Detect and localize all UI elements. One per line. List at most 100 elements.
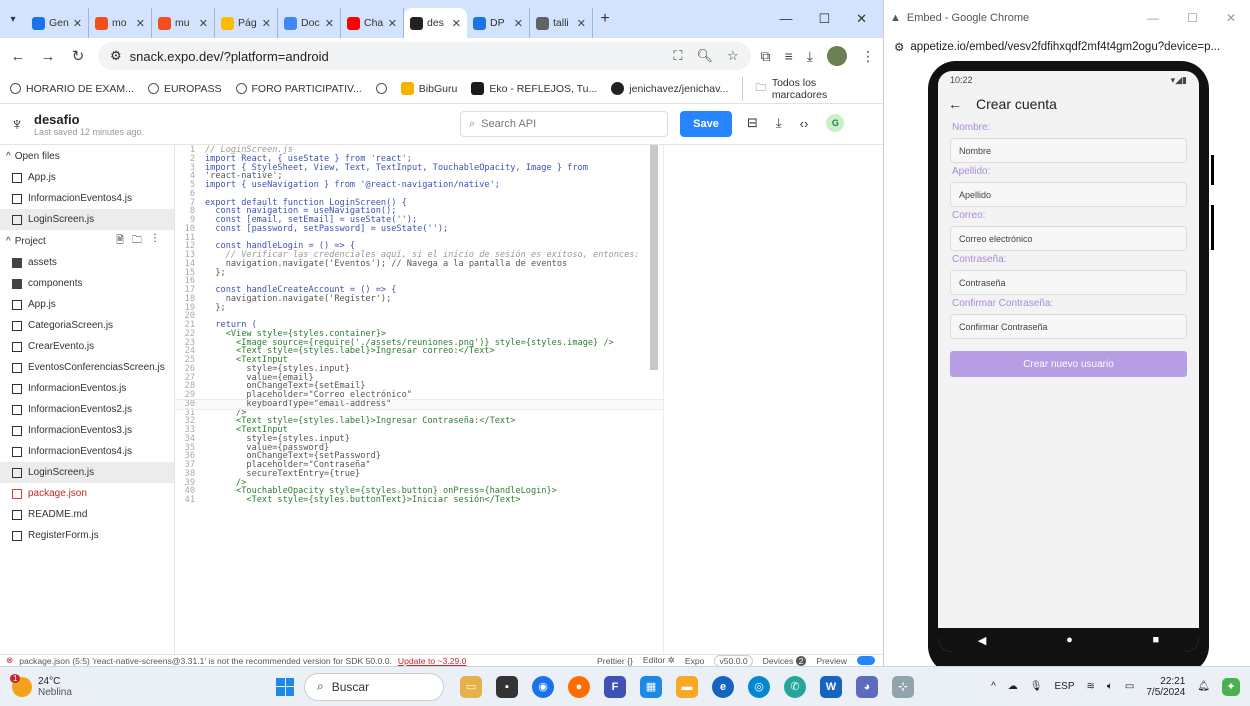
bookmark-item[interactable]: EUROPASS	[147, 83, 222, 95]
new-file-icon[interactable]: 🗎	[116, 233, 124, 250]
open-files-header[interactable]: ^ Open files	[0, 145, 174, 167]
wifi-icon[interactable]: ≋	[1087, 681, 1095, 692]
zoom-icon[interactable]: 🔍︎	[696, 48, 713, 64]
close-icon[interactable]: ✕	[1226, 11, 1236, 25]
text-input[interactable]: Apellido	[950, 182, 1187, 207]
more-icon[interactable]: ⋮	[150, 233, 160, 250]
chrome-icon[interactable]: ◉	[532, 675, 554, 698]
close-tab-icon[interactable]: ✕	[73, 17, 82, 30]
close-tab-icon[interactable]: ✕	[262, 17, 271, 30]
new-folder-icon[interactable]: 🗀	[132, 233, 142, 250]
clock[interactable]: 22:21 7/5/2024	[1146, 676, 1185, 698]
code-line[interactable]: 15 };	[175, 268, 663, 278]
user-avatar[interactable]: G	[826, 114, 845, 132]
bookmark-star-icon[interactable]: ☆	[727, 48, 739, 64]
browser-tab[interactable]: Gen ✕	[26, 8, 89, 38]
file-item[interactable]: EventosConferenciasScreen.js	[0, 357, 174, 378]
browser-tab[interactable]: DP ✕	[467, 8, 530, 38]
start-button[interactable]	[276, 677, 294, 696]
tray-chevron-icon[interactable]: ^	[991, 681, 996, 692]
file-item[interactable]: InformacionEventos3.js	[0, 420, 174, 441]
extensions-icon[interactable]: ⧉	[761, 48, 771, 65]
new-tab-button[interactable]: +	[593, 10, 617, 28]
close-tab-icon[interactable]: ✕	[325, 17, 334, 30]
browser-tab[interactable]: des ✕	[404, 8, 467, 38]
battery-icon[interactable]: ▭	[1125, 681, 1134, 692]
minimize-icon[interactable]: —	[779, 11, 792, 27]
edge-icon[interactable]: e	[712, 675, 734, 698]
browser-tab[interactable]: Doc ✕	[278, 8, 341, 38]
site-info-icon[interactable]: ⚙	[894, 40, 904, 54]
bookmark-item[interactable]: jenichavez/jenichav...	[611, 82, 728, 95]
file-item[interactable]: InformacionEventos2.js	[0, 399, 174, 420]
close-tab-icon[interactable]: ✕	[514, 17, 523, 30]
text-input[interactable]: Correo electrónico	[950, 226, 1187, 251]
project-title[interactable]: desafio	[34, 112, 144, 127]
notification-bell-icon[interactable]: 🔔︎	[1197, 681, 1210, 692]
code-line[interactable]: 19 };	[175, 303, 663, 313]
url-field[interactable]: ⚙ snack.expo.dev/?platform=android ⛶ 🔍︎ …	[98, 42, 751, 70]
code-line[interactable]: 10 const [password, setPassword] = useSt…	[175, 224, 663, 234]
browser-tab[interactable]: mo ✕	[89, 8, 152, 38]
editor-settings-button[interactable]: Editor ✲	[643, 655, 675, 666]
file-item[interactable]: LoginScreen.js	[0, 462, 174, 483]
weather-widget[interactable]: 1 24°C Neblina	[0, 673, 260, 698]
close-tab-icon[interactable]: ✕	[388, 17, 397, 30]
export-icon[interactable]: ⊟	[747, 115, 758, 131]
save-button[interactable]: Save	[680, 111, 732, 137]
reload-icon[interactable]: ↻	[68, 47, 88, 65]
close-tab-icon[interactable]: ✕	[577, 17, 586, 30]
back-icon[interactable]: ←	[8, 48, 28, 65]
sdk-select[interactable]: v50.0.0	[714, 654, 753, 666]
code-line[interactable]: 14 navigation.navigate('Eventos'); // Na…	[175, 259, 663, 269]
whatsapp-icon[interactable]: ✆	[784, 675, 806, 698]
code-line[interactable]: 38 secureTextEntry={true}	[175, 469, 663, 479]
tab-search-chevron-icon[interactable]: ▾	[0, 14, 26, 25]
file-item[interactable]: InformacionEventos.js	[0, 378, 174, 399]
file-item[interactable]: InformacionEventos4.js	[0, 188, 174, 209]
task-view-icon[interactable]: ▪	[496, 675, 518, 698]
chrome-profile-icon[interactable]: ◎	[748, 675, 770, 698]
bookmark-item[interactable]: Eko - REFLEJOS, Tu...	[471, 82, 597, 95]
copilot-icon[interactable]: ✦	[1222, 677, 1240, 696]
nav-recents-icon[interactable]: ■	[1152, 634, 1159, 646]
text-input[interactable]: Nombre	[950, 138, 1187, 163]
nav-home-icon[interactable]: ●	[1066, 634, 1073, 646]
device-screen[interactable]: 10:22 ▾◢▮ ← Crear cuenta Nombre: Nombre Ape…	[938, 71, 1199, 652]
onedrive-icon[interactable]: ☁	[1008, 681, 1018, 692]
firefox-icon[interactable]: ●	[568, 675, 590, 698]
file-item[interactable]: package.json	[0, 483, 174, 504]
store-icon[interactable]: ▦	[640, 675, 662, 698]
close-tab-icon[interactable]: ✕	[136, 17, 145, 30]
download-icon[interactable]: ⤓	[807, 48, 813, 65]
profile-avatar[interactable]	[827, 46, 847, 66]
file-item[interactable]: App.js	[0, 294, 174, 315]
figma-icon[interactable]: F	[604, 675, 626, 698]
browser-tab[interactable]: talli ✕	[530, 8, 593, 38]
code-line[interactable]: 30 keyboardType="email-address"	[175, 398, 663, 410]
bookmark-item[interactable]: BibGuru	[400, 82, 457, 95]
file-item[interactable]: LoginScreen.js	[0, 209, 174, 230]
mic-icon[interactable]: 🎙︎	[1030, 681, 1043, 692]
preview-toggle[interactable]	[857, 656, 875, 665]
taskbar-search[interactable]: ⌕ Buscar	[304, 672, 444, 701]
browser-tab[interactable]: Cha ✕	[341, 8, 404, 38]
text-input[interactable]: Confirmar Contraseña	[950, 314, 1187, 339]
widgets-icon[interactable]: ▭	[460, 675, 482, 698]
close-icon[interactable]: ✕	[856, 11, 867, 27]
back-arrow-icon[interactable]: ←	[948, 96, 962, 112]
all-bookmarks-button[interactable]: 🗀 Todos los marcadores	[742, 76, 873, 101]
file-item[interactable]: App.js	[0, 167, 174, 188]
discord-icon[interactable]: ◕	[856, 675, 878, 698]
search-api-input[interactable]: ⌕ Search API	[460, 111, 668, 137]
bookmark-item[interactable]: HORARIO DE EXAM...	[10, 83, 134, 95]
maximize-icon[interactable]: ☐	[1187, 11, 1198, 25]
file-item[interactable]: CategoriaScreen.js	[0, 315, 174, 336]
file-item[interactable]: InformacionEventos4.js	[0, 441, 174, 462]
bookmark-item[interactable]	[375, 83, 387, 94]
bookmark-item[interactable]: FORO PARTICIPATIV...	[235, 83, 362, 95]
close-tab-icon[interactable]: ✕	[199, 17, 208, 30]
editor-scrollbar[interactable]	[650, 145, 658, 370]
site-info-icon[interactable]: ⚙	[110, 48, 122, 64]
language-indicator[interactable]: ESP	[1055, 681, 1075, 692]
